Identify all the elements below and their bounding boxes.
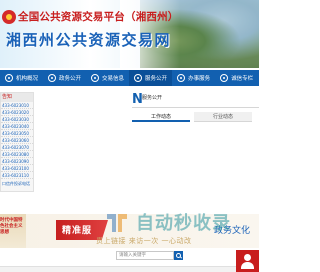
- search-icon[interactable]: [174, 251, 183, 260]
- nav-item-label: 服务公开: [145, 76, 168, 82]
- shield-icon: [220, 74, 229, 82]
- list-item[interactable]: 433-6023020: [1, 109, 33, 116]
- watermark-text: 自动秒收录: [136, 213, 231, 234]
- document-icon: [48, 74, 57, 82]
- building-icon: [5, 74, 13, 82]
- party-slogan: 时代中国特色社会主义思想: [0, 218, 23, 235]
- nav-item-credit[interactable]: 诚信专栏: [215, 70, 258, 86]
- list-item[interactable]: 433-6023110: [1, 172, 33, 179]
- list-item[interactable]: 433-6023040: [1, 123, 33, 130]
- notice-heading: 告知: [1, 93, 33, 102]
- notice-list: 告知 433-6023010 433-6023020 433-6023030 4…: [0, 92, 34, 192]
- tab-industry-news[interactable]: 行业动态: [194, 112, 252, 122]
- user-center-button[interactable]: [236, 250, 259, 272]
- handshake-icon: [177, 74, 186, 82]
- nav-item-label: 诚信专栏: [231, 76, 254, 82]
- banner-title: 精准服: [62, 226, 93, 236]
- watermark-logo-icon: [107, 214, 127, 232]
- nav-item-label: 交易信息: [102, 76, 125, 82]
- nav-item-office-service[interactable]: 办事服务: [172, 70, 215, 86]
- list-item[interactable]: 433-6023070: [1, 144, 33, 151]
- main-nav: 机构概况 政务公开 交易信息 服务公开 办事服务 诚信专栏: [0, 70, 259, 86]
- nav-item-government-affairs[interactable]: 政务公开: [43, 70, 86, 86]
- tab-work-news[interactable]: 工作动态: [132, 112, 190, 122]
- list-item[interactable]: 433-6023030: [1, 116, 33, 123]
- nav-item-trade-info[interactable]: 交易信息: [86, 70, 129, 86]
- emblem-icon: [2, 10, 16, 24]
- list-item[interactable]: 433-6023080: [1, 151, 33, 158]
- banner-subtitle: 贯上链接 来访一次 一心动改: [96, 237, 192, 245]
- panel-tabs: 工作动态 行业动态: [132, 112, 259, 122]
- nav-item-label: 政务公开: [59, 76, 82, 82]
- user-icon: [244, 254, 251, 261]
- footer-strip: [0, 266, 259, 272]
- nav-item-label: 办事服务: [188, 76, 211, 82]
- panel-header: N 服务公开: [132, 92, 259, 108]
- list-icon: [91, 74, 100, 82]
- list-item[interactable]: 433-6023050: [1, 130, 33, 137]
- nav-item-institution[interactable]: 机构概况: [0, 70, 43, 86]
- site-title[interactable]: 湘西州公共资源交易网: [6, 29, 171, 50]
- header-banner: 全国公共资源交易平台（湘西州） 湘西州公共资源交易网: [0, 0, 259, 68]
- nav-item-service-public[interactable]: 服务公开: [129, 70, 173, 86]
- nav-item-label: 机构概况: [16, 76, 39, 82]
- list-item[interactable]: 433-6023060: [1, 137, 33, 144]
- search-input[interactable]: 请输入关键字: [116, 251, 174, 260]
- panel-title: 服务公开: [142, 95, 163, 101]
- list-item[interactable]: 433-6023090: [1, 158, 33, 165]
- list-item[interactable]: 433-6023100: [1, 165, 33, 172]
- list-item[interactable]: 433-6023010: [1, 102, 33, 109]
- platform-title: 全国公共资源交易平台（湘西州）: [18, 11, 179, 23]
- service-icon: [134, 74, 143, 82]
- complaint-phone-link[interactable]: 口信件投诉电话: [2, 181, 30, 187]
- service-panel: N 服务公开 工作动态 行业动态: [132, 92, 259, 192]
